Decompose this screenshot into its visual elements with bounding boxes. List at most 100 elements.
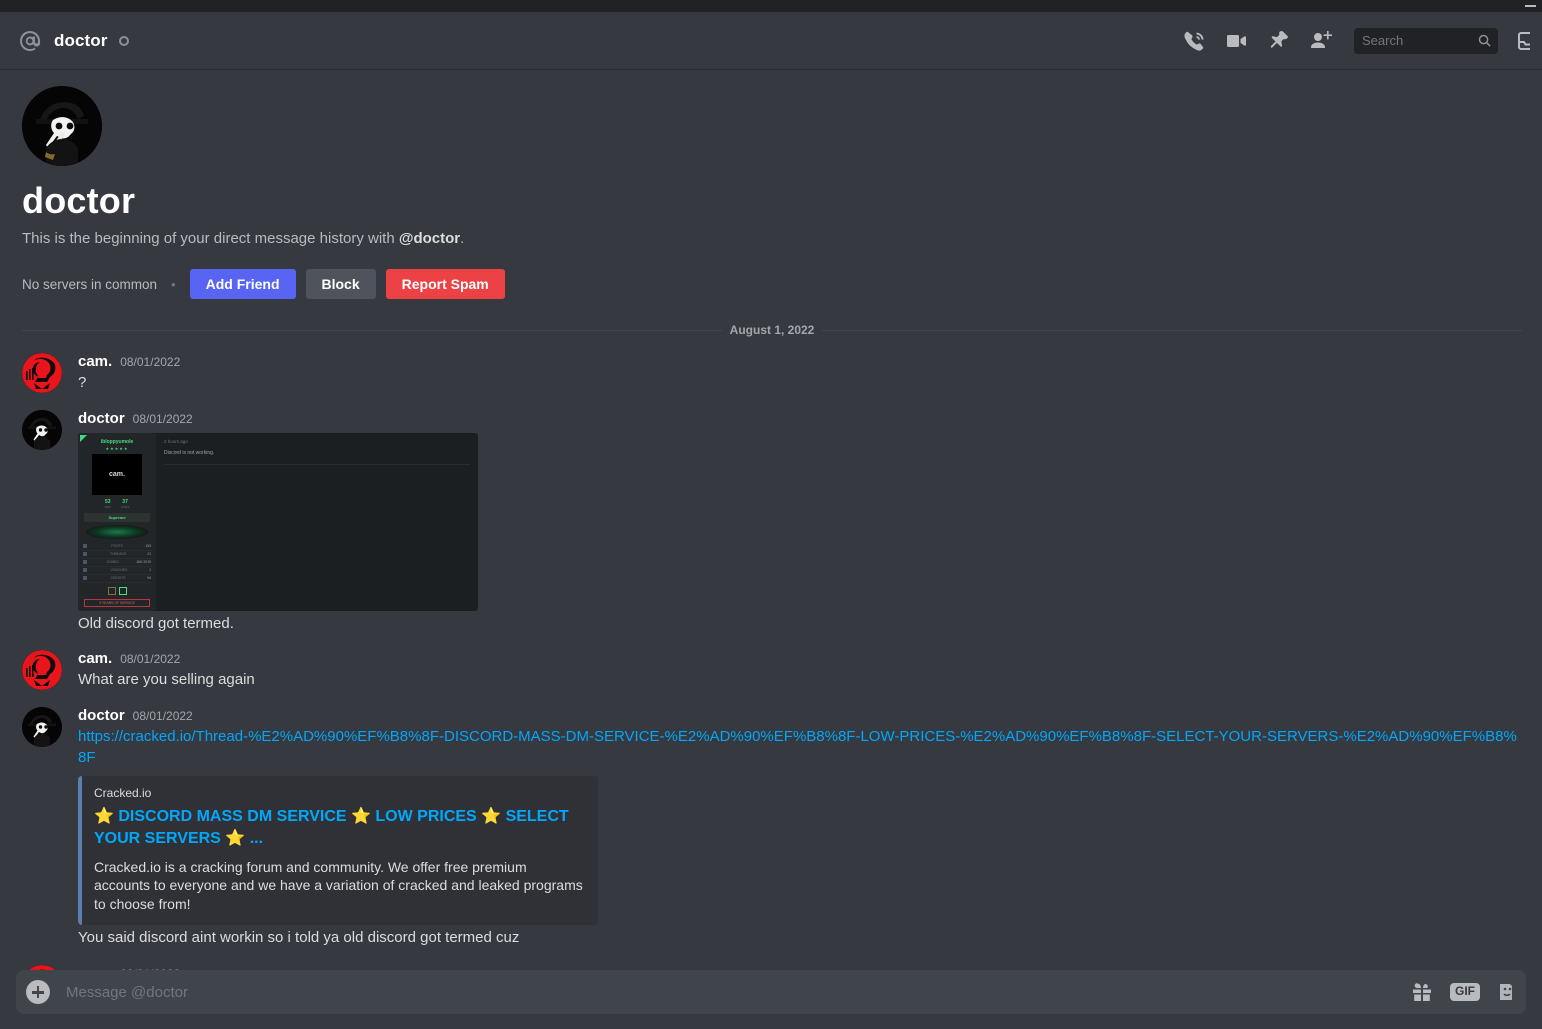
message-body: cam. 08/01/2022 ? (78, 353, 1522, 394)
row-label: JOINED (106, 560, 119, 565)
dm-intro-mention[interactable]: @doctor (399, 230, 460, 247)
add-friend-button[interactable]: Add Friend (189, 269, 296, 299)
inbox-icon[interactable] (1516, 29, 1530, 53)
message-body: cam. 08/01/2022 What are you selling aga… (78, 650, 1522, 691)
row-icon (83, 576, 87, 581)
attachment-stat: 53 REP (105, 499, 111, 509)
message-item[interactable]: cam. 08/01/2022 ? (0, 337, 1542, 394)
dm-intro: doctor This is the beginning of your dir… (0, 70, 1542, 299)
composer-container: Message @doctor GIF (0, 970, 1542, 1029)
message-timestamp: 08/01/2022 (132, 411, 193, 426)
row-icon (83, 552, 87, 557)
message-item[interactable]: cam. 08/01/2022 What are you selling aga… (0, 634, 1542, 691)
attachment-warning: 3 YEARS OF SERVICE (84, 598, 150, 607)
message-link[interactable]: https://cracked.io/Thread-%E2%AD%90%EF%B… (78, 728, 1517, 766)
report-spam-button[interactable]: Report Spam (385, 269, 505, 299)
avatar[interactable] (22, 86, 102, 166)
search-placeholder: Search (1362, 33, 1404, 48)
attachment-stat-label: LIKES (120, 505, 130, 510)
attachment-badges (107, 586, 127, 595)
avatar[interactable] (22, 650, 62, 691)
attachment-rank: Supreme (84, 513, 150, 523)
composer-tools: GIF (1410, 980, 1512, 1004)
attachment-rating: ★★★★★ (105, 445, 129, 451)
attachment-post-text: Discord is not working. (164, 449, 215, 456)
avatar[interactable] (22, 353, 62, 393)
message-author[interactable]: cam. (78, 353, 112, 370)
badge-icon (118, 586, 127, 595)
embed-description: Cracked.io is a cracking forum and commu… (94, 858, 583, 912)
message-author[interactable]: cam. (78, 650, 112, 667)
message-attachment-image[interactable]: ibloppyumole ★★★★★ cam. 53 REP 37 LIKES (78, 432, 478, 611)
message-item[interactable]: doctor 08/01/2022 https://cracked.io/Thr… (0, 691, 1542, 949)
table-row: THREADS 21 (82, 551, 152, 559)
channel-header: doctor Search (0, 12, 1542, 70)
message-timestamp: 08/01/2022 (120, 652, 181, 667)
sticker-icon[interactable] (1496, 980, 1512, 1004)
message-author[interactable]: doctor (78, 707, 125, 724)
corner-flag-icon (80, 434, 87, 442)
message-input[interactable]: Message @doctor GIF (16, 970, 1526, 1014)
avatar[interactable] (22, 707, 62, 748)
star-icon: ⭐ (94, 808, 114, 826)
attachment-profile-image: cam. (92, 453, 142, 496)
attachment-stat: 37 LIKES (121, 499, 130, 509)
message-text: Old discord got termed. (78, 614, 234, 632)
message-link-text: https://cracked.io/Thread-%E2%AD%90%EF%B… (78, 727, 1522, 768)
link-embed[interactable]: Cracked.io ⭐ DISCORD MASS DM SERVICE ⭐ L… (78, 776, 598, 926)
attachment-post-time: 2 hours ago (164, 438, 188, 444)
plus-circle-icon[interactable] (26, 980, 50, 1004)
embed-title-part1: DISCORD MASS DM SERVICE (118, 808, 347, 826)
message-timestamp: 08/01/2022 (120, 355, 181, 369)
row-value: 94 (147, 576, 151, 581)
message-meta: doctor 08/01/2022 (78, 410, 1522, 427)
dm-intro-text-suffix: . (460, 230, 465, 247)
row-value: 153 (145, 544, 151, 549)
dm-intro-actions: No servers in common • Add Friend Block … (22, 269, 1522, 299)
search-input[interactable]: Search (1354, 27, 1498, 54)
mutual-servers-label: No servers in common (22, 276, 158, 292)
message-text: You said discord aint workin so i told y… (78, 929, 520, 947)
message-input-placeholder: Message @doctor (66, 983, 188, 1001)
block-button[interactable]: Block (305, 269, 376, 299)
row-value: 1 (149, 568, 151, 573)
call-icon[interactable] (1182, 29, 1206, 53)
embed-title[interactable]: ⭐ DISCORD MASS DM SERVICE ⭐ LOW PRICES ⭐… (94, 806, 584, 849)
minimize-button[interactable] (1525, 5, 1536, 7)
table-row: JOINED JAN 2019 (82, 559, 152, 567)
attachment-profile-card: ibloppyumole ★★★★★ cam. 53 REP 37 LIKES (78, 432, 156, 611)
table-row: POSTS 153 (82, 543, 152, 551)
gift-icon[interactable] (1410, 980, 1434, 1004)
attachment-signature-image (86, 525, 148, 539)
date-divider-label: August 1, 2022 (729, 323, 815, 337)
gif-button[interactable]: GIF (1450, 983, 1480, 1001)
message-meta: cam. 08/01/2022 (78, 353, 1522, 370)
row-icon (83, 560, 87, 565)
message-author[interactable]: doctor (78, 410, 125, 427)
pin-icon[interactable] (1266, 29, 1290, 53)
row-icon (83, 544, 87, 549)
star-icon: ⭐ (351, 808, 371, 826)
video-call-icon[interactable] (1224, 29, 1248, 53)
row-value: 21 (147, 552, 151, 557)
badge-icon (107, 586, 116, 595)
date-divider: August 1, 2022 (22, 323, 1523, 337)
dm-user-name: doctor (22, 180, 136, 221)
attachment-post-body: 2 hours ago Discord is not working. (156, 433, 478, 611)
message-body: doctor 08/01/2022 ibloppyumole ★★★★★ cam… (78, 410, 1522, 635)
message-body: doctor 08/01/2022 https://cracked.io/Thr… (78, 707, 1522, 949)
message-item[interactable]: doctor 08/01/2022 ibloppyumole ★★★★★ cam… (0, 394, 1542, 635)
message-list[interactable]: doctor This is the beginning of your dir… (0, 70, 1542, 970)
message-meta: cam. 08/01/2022 (78, 650, 1522, 667)
attachment-stats: 53 REP 37 LIKES (105, 499, 130, 509)
star-icon: ⭐ (225, 830, 246, 848)
row-label: VOUCHES (110, 568, 128, 573)
message-item[interactable]: cam. 08/01/2022 (0, 949, 1542, 970)
message-meta: doctor 08/01/2022 (78, 707, 1522, 724)
row-label: POSTS (111, 544, 123, 549)
status-badge (119, 35, 130, 46)
page-title: doctor (54, 30, 108, 50)
avatar[interactable] (22, 409, 62, 450)
add-friend-icon[interactable] (1308, 29, 1332, 53)
row-value: JAN 2019 (136, 560, 151, 565)
